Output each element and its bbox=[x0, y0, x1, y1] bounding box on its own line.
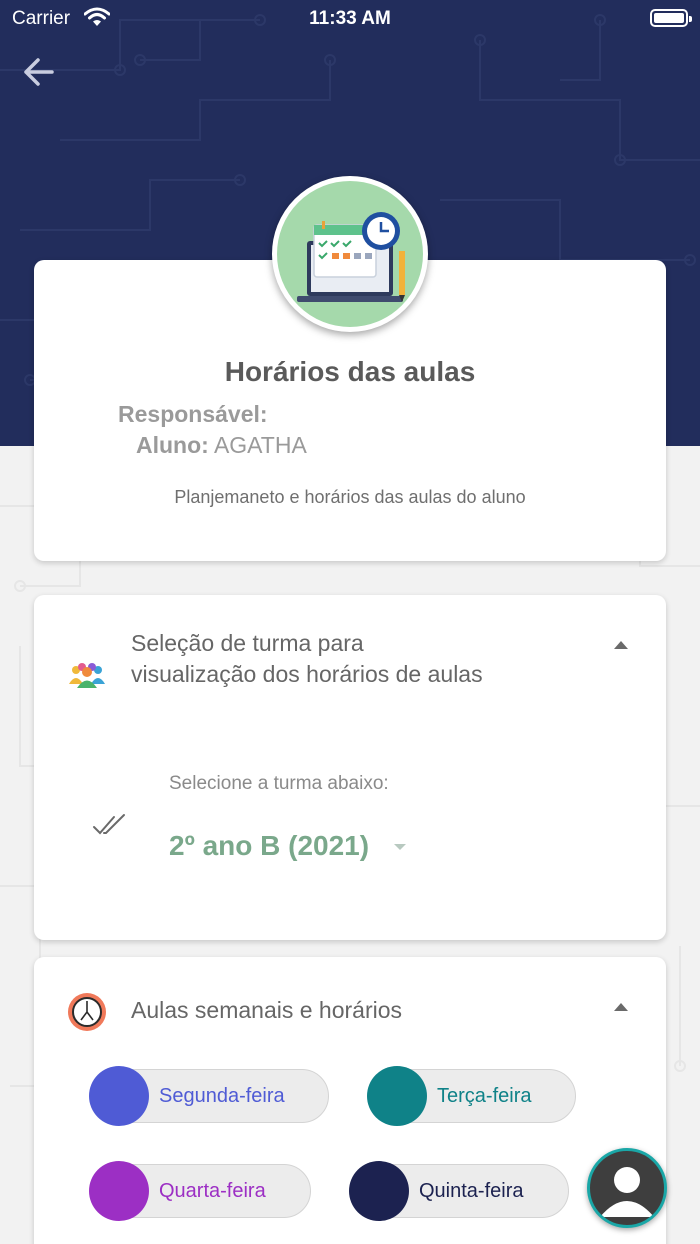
turma-section-title: Seleção de turma para visualização dos h… bbox=[131, 630, 483, 687]
user-avatar-icon bbox=[600, 1167, 654, 1217]
day-color-dot bbox=[349, 1161, 409, 1221]
aluno-line: Aluno: AGATHA bbox=[136, 432, 307, 459]
responsavel-label: Responsável: bbox=[118, 401, 268, 427]
aluno-label: Aluno: bbox=[136, 432, 209, 458]
status-bar: Carrier 11:33 AM bbox=[0, 0, 700, 36]
aulas-semanais-card: Aulas semanais e horários Segunda-feira … bbox=[34, 957, 666, 1244]
select-turma-label: Selecione a turma abaixo: bbox=[169, 773, 389, 794]
back-button[interactable] bbox=[18, 52, 62, 92]
group-icon bbox=[69, 663, 105, 688]
day-color-dot bbox=[89, 1066, 149, 1126]
collapse-turma-button[interactable] bbox=[614, 641, 628, 649]
turma-selection-card: Seleção de turma para visualização dos h… bbox=[34, 595, 666, 940]
double-check-icon bbox=[93, 814, 125, 835]
day-label: Quarta-feira bbox=[159, 1180, 266, 1202]
schedule-icon bbox=[272, 176, 428, 332]
day-label: Quinta-feira bbox=[419, 1180, 524, 1202]
day-label: Terça-feira bbox=[437, 1085, 532, 1107]
page-title: Horários das aulas bbox=[224, 356, 476, 387]
avatar[interactable] bbox=[587, 1148, 667, 1228]
status-time: 11:33 AM bbox=[309, 8, 391, 29]
page-description: Planjemaneto e horários das aulas do alu… bbox=[174, 487, 526, 507]
day-button-segunda[interactable]: Segunda-feira bbox=[89, 1066, 329, 1126]
responsavel-line: Responsável: bbox=[118, 401, 268, 428]
day-color-dot bbox=[89, 1161, 149, 1221]
aulas-section-title: Aulas semanais e horários bbox=[131, 997, 403, 1023]
day-button-quarta[interactable]: Quarta-feira bbox=[89, 1161, 311, 1221]
clock-icon bbox=[68, 993, 106, 1031]
turma-select[interactable]: 2º ano B (2021) bbox=[169, 830, 369, 862]
collapse-aulas-button[interactable] bbox=[614, 1003, 628, 1011]
aluno-value: AGATHA bbox=[213, 432, 307, 458]
battery-icon bbox=[650, 9, 692, 27]
day-label: Segunda-feira bbox=[159, 1085, 285, 1107]
day-button-terca[interactable]: Terça-feira bbox=[367, 1066, 576, 1126]
day-button-quinta[interactable]: Quinta-feira bbox=[349, 1161, 569, 1221]
back-arrow-icon bbox=[24, 58, 54, 86]
day-color-dot bbox=[367, 1066, 427, 1126]
chevron-down-icon[interactable] bbox=[394, 844, 406, 850]
